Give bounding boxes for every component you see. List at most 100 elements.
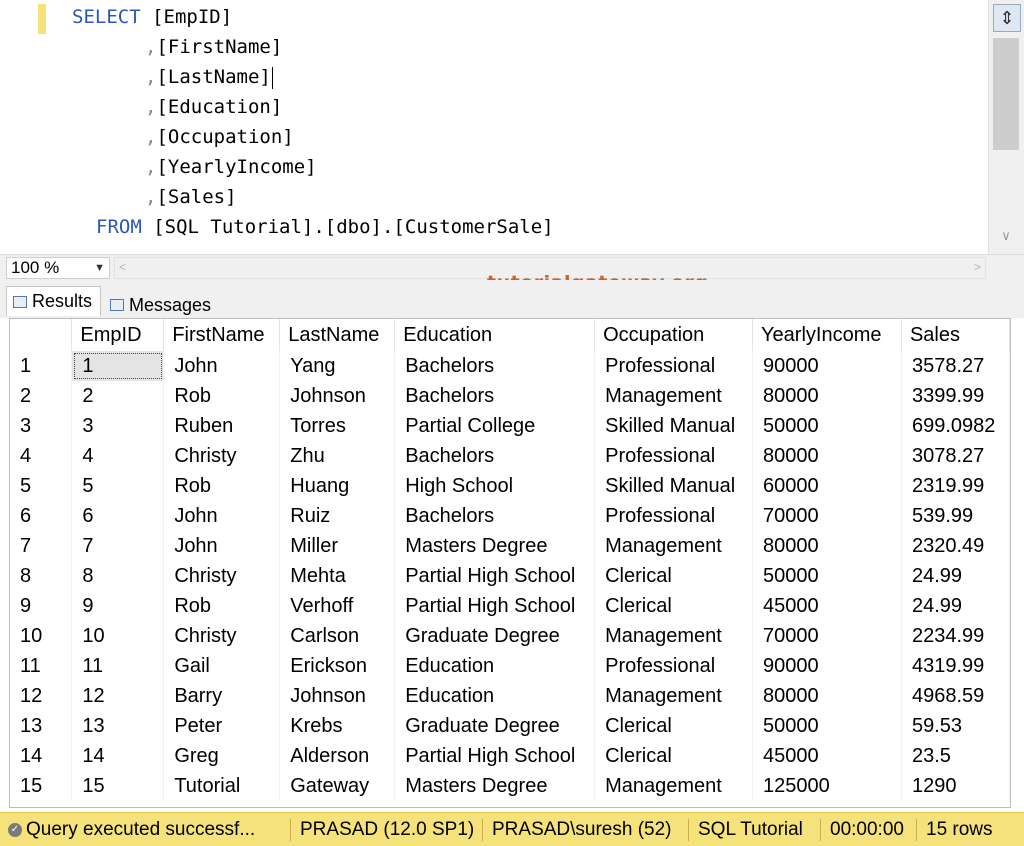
row-number[interactable]: 2 <box>10 381 73 411</box>
grid-cell[interactable]: 125000 <box>752 771 902 801</box>
grid-cell[interactable]: 2320.49 <box>901 531 1010 561</box>
grid-cell[interactable]: 50000 <box>752 561 902 591</box>
table-row[interactable]: 11 11 Gail Erickson Education Professional 900… <box>10 651 1010 681</box>
grid-cell[interactable]: 45000 <box>752 591 902 621</box>
grid-cell[interactable]: Barry <box>163 681 281 711</box>
column-header[interactable]: EmpID <box>71 319 165 351</box>
grid-cell[interactable]: Partial High School <box>394 561 596 591</box>
grid-cell[interactable]: 3578.27 <box>901 351 1010 381</box>
grid-cell[interactable]: Bachelors <box>394 351 596 381</box>
table-row[interactable]: 2 2 Rob Johnson Bachelors Management 80000 3399… <box>10 381 1010 411</box>
table-row[interactable]: 1 1 John Yang Bachelors Professional 90000 3578… <box>10 351 1010 381</box>
row-number[interactable]: 7 <box>10 531 73 561</box>
grid-cell[interactable]: Management <box>594 771 754 801</box>
table-row[interactable]: 5 5 Rob Huang High School Skilled Manual 60000… <box>10 471 1010 501</box>
grid-cell[interactable]: 80000 <box>752 441 902 471</box>
tab-results[interactable]: Results <box>6 286 102 316</box>
grid-cell[interactable]: Skilled Manual <box>594 471 754 501</box>
table-row[interactable]: 6 6 John Ruiz Bachelors Professional 70000 539.… <box>10 501 1010 531</box>
grid-cell[interactable]: Partial High School <box>394 591 596 621</box>
row-number[interactable]: 11 <box>10 651 73 681</box>
row-number[interactable]: 13 <box>10 711 73 741</box>
grid-cell[interactable]: 11 <box>71 651 165 681</box>
code-line[interactable]: ,[Occupation] <box>145 122 294 152</box>
table-row[interactable]: 15 15 Tutorial Gateway Masters Degree Managem… <box>10 771 1010 801</box>
grid-cell[interactable]: Carlson <box>279 621 396 651</box>
grid-cell[interactable]: 2 <box>71 381 165 411</box>
grid-cell[interactable]: Alderson <box>279 741 396 771</box>
code-line[interactable]: ,[Education] <box>145 92 282 122</box>
grid-cell[interactable]: Zhu <box>279 441 396 471</box>
grid-cell[interactable]: Partial College <box>394 411 596 441</box>
split-pane-icon[interactable]: ⇕ <box>993 4 1021 32</box>
grid-cell[interactable]: 3399.99 <box>901 381 1010 411</box>
row-number[interactable]: 10 <box>10 621 73 651</box>
grid-cell[interactable]: Tutorial <box>163 771 281 801</box>
grid-cell[interactable]: Verhoff <box>279 591 396 621</box>
grid-cell[interactable]: 70000 <box>752 501 902 531</box>
grid-cell[interactable]: Education <box>394 651 596 681</box>
grid-cell[interactable]: 70000 <box>752 621 902 651</box>
grid-cell[interactable]: 1 <box>71 351 165 381</box>
grid-cell[interactable]: 539.99 <box>901 501 1010 531</box>
grid-cell[interactable]: 1290 <box>901 771 1010 801</box>
table-row[interactable]: 9 9 Rob Verhoff Partial High School Clerical 4… <box>10 591 1010 621</box>
grid-cell[interactable]: 14 <box>71 741 165 771</box>
grid-cell[interactable]: Ruben <box>163 411 281 441</box>
row-number[interactable]: 14 <box>10 741 73 771</box>
row-number[interactable]: 12 <box>10 681 73 711</box>
grid-cell[interactable]: Professional <box>594 441 754 471</box>
grid-cell[interactable]: Clerical <box>594 591 754 621</box>
grid-cell[interactable]: Skilled Manual <box>594 411 754 441</box>
grid-cell[interactable]: Yang <box>279 351 396 381</box>
grid-cell[interactable]: 24.99 <box>901 591 1010 621</box>
grid-cell[interactable]: 90000 <box>752 351 902 381</box>
grid-cell[interactable]: John <box>163 531 281 561</box>
grid-cell[interactable]: Partial High School <box>394 741 596 771</box>
grid-cell[interactable]: 3 <box>71 411 165 441</box>
grid-cell[interactable]: Johnson <box>279 381 396 411</box>
grid-cell[interactable]: 8 <box>71 561 165 591</box>
grid-cell[interactable]: Torres <box>279 411 396 441</box>
grid-cell[interactable]: Education <box>394 681 596 711</box>
scrollbar-thumb[interactable] <box>993 38 1019 150</box>
grid-cell[interactable]: Clerical <box>594 711 754 741</box>
grid-cell[interactable]: Masters Degree <box>394 531 596 561</box>
code-line[interactable]: ,[Sales] <box>145 182 237 212</box>
chevron-down-icon[interactable]: ▼ <box>94 258 105 278</box>
grid-cell[interactable]: Management <box>594 381 754 411</box>
table-row[interactable]: 4 4 Christy Zhu Bachelors Professional 80000 30… <box>10 441 1010 471</box>
grid-cell[interactable]: Clerical <box>594 561 754 591</box>
grid-cell[interactable]: Professional <box>594 351 754 381</box>
editor-vertical-scrollbar[interactable]: ⇕ ∨ <box>988 0 1024 254</box>
grid-cell[interactable]: Krebs <box>279 711 396 741</box>
table-row[interactable]: 13 13 Peter Krebs Graduate Degree Clerical 500… <box>10 711 1010 741</box>
grid-cell[interactable]: 7 <box>71 531 165 561</box>
grid-cell[interactable]: 50000 <box>752 711 902 741</box>
grid-cell[interactable]: Huang <box>279 471 396 501</box>
grid-cell[interactable]: Rob <box>163 591 281 621</box>
table-row[interactable]: 12 12 Barry Johnson Education Management 80000… <box>10 681 1010 711</box>
grid-cell[interactable]: 80000 <box>752 681 902 711</box>
grid-cell[interactable]: 59.53 <box>901 711 1010 741</box>
results-grid[interactable]: EmpID FirstName LastName Education Occupatio… <box>9 318 1011 808</box>
grid-cell[interactable]: 24.99 <box>901 561 1010 591</box>
table-row[interactable]: 10 10 Christy Carlson Graduate Degree Managem… <box>10 621 1010 651</box>
code-line[interactable]: ,[LastName] <box>145 62 273 92</box>
grid-cell[interactable]: 23.5 <box>901 741 1010 771</box>
scroll-down-icon[interactable]: ∨ <box>995 228 1017 246</box>
grid-cell[interactable]: 4319.99 <box>901 651 1010 681</box>
query-editor[interactable]: SELECT [EmpID] ,[FirstName] ,[LastName] ,[E… <box>0 0 1024 254</box>
grid-cell[interactable]: Graduate Degree <box>394 711 596 741</box>
grid-cell[interactable]: Professional <box>594 501 754 531</box>
grid-cell[interactable]: 50000 <box>752 411 902 441</box>
grid-cell[interactable]: Erickson <box>279 651 396 681</box>
row-number[interactable]: 8 <box>10 561 73 591</box>
scroll-left-icon[interactable]: < <box>119 260 126 274</box>
grid-cell[interactable]: Rob <box>163 471 281 501</box>
grid-cell[interactable]: Bachelors <box>394 441 596 471</box>
grid-cell[interactable]: Miller <box>279 531 396 561</box>
grid-cell[interactable]: 9 <box>71 591 165 621</box>
table-row[interactable]: 14 14 Greg Alderson Partial High School Cleri… <box>10 741 1010 771</box>
grid-cell[interactable]: 4 <box>71 441 165 471</box>
